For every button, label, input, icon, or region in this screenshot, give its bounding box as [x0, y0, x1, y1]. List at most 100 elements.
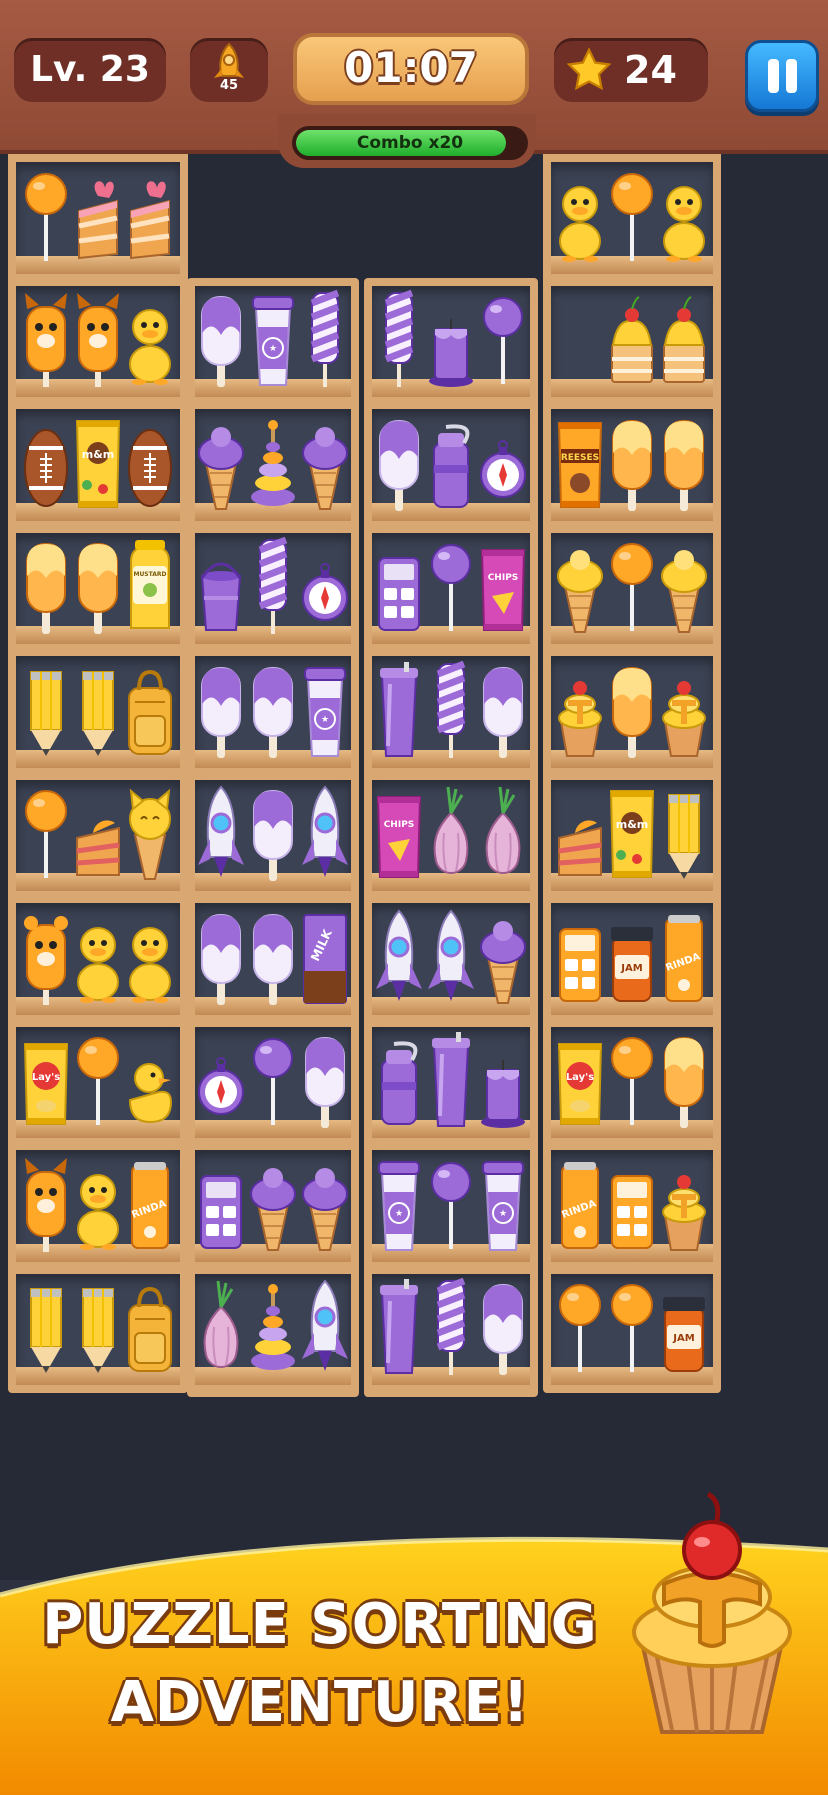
popsicle-purple-icon[interactable] [477, 660, 529, 760]
reeses-bag-icon[interactable]: REESES [554, 413, 606, 513]
cat-icecream-icon[interactable] [124, 783, 176, 883]
lays-bag-icon[interactable]: Lay's [20, 1030, 72, 1130]
shelf-slot[interactable]: RINDA [551, 1150, 713, 1262]
shelf-slot[interactable] [372, 903, 530, 1015]
shelf-slot[interactable] [195, 409, 351, 521]
football-icon[interactable] [124, 413, 176, 513]
shelf-slot[interactable] [372, 409, 530, 521]
onion-icon[interactable] [195, 1277, 247, 1377]
shelf-slot[interactable] [16, 903, 180, 1015]
shelf-slot[interactable]: ★ ★ [372, 1150, 530, 1262]
rubber-duck-icon[interactable] [124, 1030, 176, 1130]
cupcake-cherry-icon[interactable] [554, 660, 606, 760]
popsicle-purple-icon[interactable] [247, 907, 299, 1007]
backpack-icon[interactable] [124, 660, 176, 760]
rocket-icon[interactable] [299, 783, 351, 883]
duck-icon[interactable] [72, 907, 124, 1007]
lollipop-orange-icon[interactable] [72, 1030, 124, 1130]
popsicle-orange-icon[interactable] [606, 660, 658, 760]
pencil-icon[interactable] [20, 1277, 72, 1377]
cupcake-cherry-icon[interactable] [658, 660, 710, 760]
shelf-slot[interactable]: ★ [195, 285, 351, 397]
cake-slice-heart-icon[interactable] [72, 166, 124, 266]
candy-stick-icon[interactable] [299, 289, 351, 389]
lays-bag-icon[interactable]: Lay's [554, 1030, 606, 1130]
lollipop-orange-icon[interactable] [554, 1277, 606, 1377]
icecream-yellow-icon[interactable] [554, 536, 606, 636]
shelf-slot[interactable]: RINDA [16, 1150, 180, 1262]
popsicle-purple-icon[interactable] [477, 1277, 529, 1377]
shelf-slot[interactable]: REESES [551, 409, 713, 521]
rocket-icon[interactable] [299, 1277, 351, 1377]
lollipop-purple-icon[interactable] [477, 289, 529, 389]
shelf-slot[interactable] [16, 779, 180, 891]
coffee-cup-icon[interactable]: ★ [299, 660, 351, 760]
shelf-slot[interactable] [16, 162, 180, 274]
rocket-icon[interactable] [425, 907, 477, 1007]
shelf-slot[interactable] [372, 656, 530, 768]
ring-stack-icon[interactable] [247, 1277, 299, 1377]
pencil-icon[interactable] [658, 783, 710, 883]
shelf-slot[interactable]: CHIPS [372, 532, 530, 644]
candy-stick-icon[interactable] [247, 536, 299, 636]
calculator-icon[interactable] [373, 536, 425, 636]
shelf-slot[interactable]: JAM RINDA [551, 903, 713, 1015]
cake-slice-orange-icon[interactable] [554, 783, 606, 883]
popsicle-orange-icon[interactable] [606, 413, 658, 513]
compass-icon[interactable] [477, 413, 529, 513]
jam-jar-icon[interactable]: JAM [606, 907, 658, 1007]
fox-popsicle-icon[interactable] [20, 1154, 72, 1254]
shelf-slot[interactable] [551, 656, 713, 768]
rocket-icon[interactable] [373, 907, 425, 1007]
lollipop-orange-icon[interactable] [20, 783, 72, 883]
cake-slice-orange-icon[interactable] [72, 783, 124, 883]
shelf-slot[interactable] [195, 1273, 351, 1385]
shelf-slot[interactable]: m&m [551, 779, 713, 891]
bear-popsicle-icon[interactable] [20, 907, 72, 1007]
shelf-slot[interactable] [372, 1026, 530, 1138]
shelf-slot[interactable] [195, 532, 351, 644]
icecream-yellow-icon[interactable] [658, 536, 710, 636]
popsicle-purple-icon[interactable] [299, 1030, 351, 1130]
calculator-icon[interactable] [195, 1154, 247, 1254]
milk-bar-icon[interactable]: MILK [299, 907, 351, 1007]
cherry-cake-icon[interactable] [606, 289, 658, 389]
popsicle-purple-icon[interactable] [247, 783, 299, 883]
backpack-icon[interactable] [124, 1277, 176, 1377]
shelf-slot[interactable] [195, 1026, 351, 1138]
shelf-slot[interactable]: ★ [195, 656, 351, 768]
tumbler-icon[interactable] [373, 1277, 425, 1377]
tumbler-icon[interactable] [373, 660, 425, 760]
shelf-slot[interactable] [16, 1273, 180, 1385]
icecream-purple-icon[interactable] [299, 1154, 351, 1254]
rocket-icon[interactable] [195, 783, 247, 883]
thermos-icon[interactable] [425, 413, 477, 513]
lollipop-orange-icon[interactable] [606, 1277, 658, 1377]
lollipop-purple-icon[interactable] [247, 1030, 299, 1130]
candy-stick-icon[interactable] [425, 660, 477, 760]
rinda-can-icon[interactable]: RINDA [124, 1154, 176, 1254]
thermos-icon[interactable] [373, 1030, 425, 1130]
popsicle-purple-icon[interactable] [373, 413, 425, 513]
shelf-slot[interactable]: m&m [16, 409, 180, 521]
lollipop-purple-icon[interactable] [425, 536, 477, 636]
cake-slice-heart-icon[interactable] [124, 166, 176, 266]
tumbler-icon[interactable] [425, 1030, 477, 1130]
lollipop-orange-icon[interactable] [606, 536, 658, 636]
pencil-icon[interactable] [20, 660, 72, 760]
candy-stick-icon[interactable] [373, 289, 425, 389]
shelf-slot[interactable] [16, 285, 180, 397]
rinda-can-icon[interactable]: RINDA [658, 907, 710, 1007]
football-icon[interactable] [20, 413, 72, 513]
candy-stick-icon[interactable] [425, 1277, 477, 1377]
fox-popsicle-icon[interactable] [72, 289, 124, 389]
ring-stack-icon[interactable] [247, 413, 299, 513]
popsicle-purple-icon[interactable] [195, 660, 247, 760]
popsicle-purple-icon[interactable] [195, 907, 247, 1007]
shelf-slot[interactable] [551, 532, 713, 644]
rocket-booster-button[interactable]: 45 [190, 38, 268, 102]
bucket-icon[interactable] [195, 536, 247, 636]
mustard-icon[interactable]: MUSTARD [124, 536, 176, 636]
lollipop-orange-icon[interactable] [20, 166, 72, 266]
icecream-purple-icon[interactable] [477, 907, 529, 1007]
